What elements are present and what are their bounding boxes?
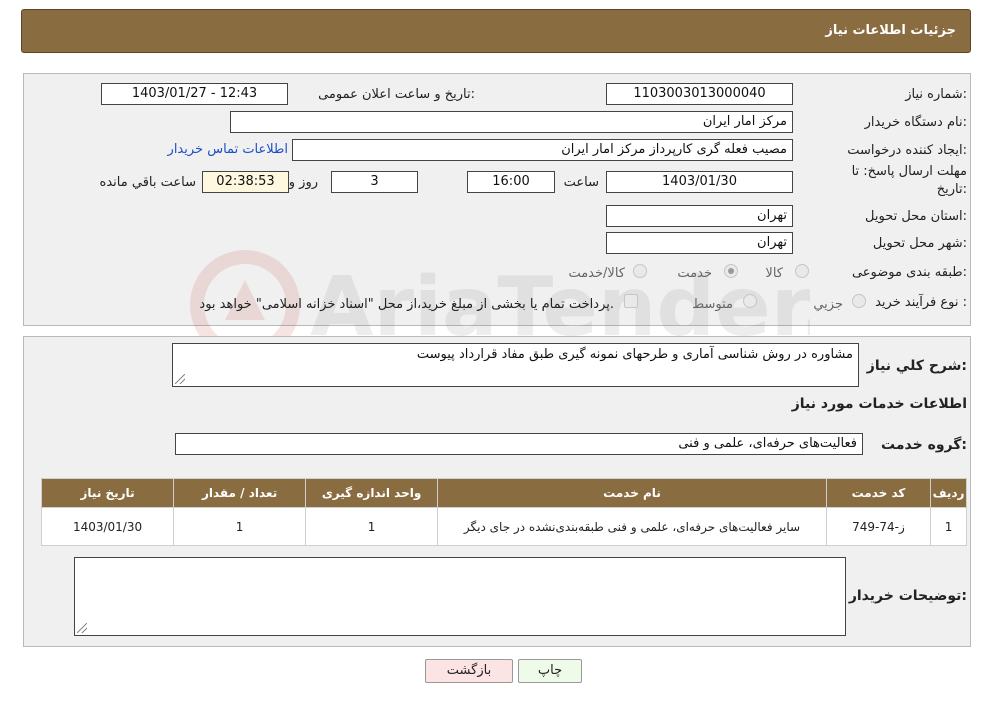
print-button[interactable]: چاپ — [518, 659, 582, 683]
city-label: شهر محل تحویل: — [872, 236, 967, 251]
cell-row-number: 1 — [930, 507, 967, 546]
col-code-header: کد خدمت — [825, 478, 932, 508]
category-both-label: کالا/خدمت — [568, 266, 625, 281]
remaining-time-field: 02:38:53 — [202, 171, 289, 193]
remaining-time-label: ساعت باقي مانده — [99, 175, 196, 190]
category-service-radio[interactable] — [724, 264, 738, 278]
col-service-name-header: نام خدمت — [437, 478, 827, 508]
services-table: ردیف کد خدمت نام خدمت واحد اندازه گیری ت… — [40, 478, 967, 546]
summary-textarea[interactable]: مشاوره در روش شناسی آماری و طرحهای نمونه… — [172, 343, 859, 387]
buyer-contact-link[interactable]: اطلاعات تماس خریدار — [168, 142, 288, 157]
service-group-field: فعالیت‌های حرفه‌ای، علمی و فنی — [175, 433, 863, 455]
col-row-header: ردیف — [930, 478, 967, 508]
buyer-notes-resize-handle[interactable] — [77, 623, 87, 633]
buyer-org-label: نام دستگاه خریدار: — [864, 115, 967, 130]
cell-service-code: ز-74-749 — [825, 507, 932, 546]
deadline-label: مهلت ارسال پاسخ: تا — [851, 164, 967, 179]
requester-field: مصیب فعله گری کارپرداز مرکز امار ایران — [292, 139, 793, 161]
category-goods-label: کالا — [765, 266, 783, 281]
deadline-time-field: 16:00 — [467, 171, 555, 193]
col-quantity-header: تعداد / مقدار — [173, 478, 307, 508]
page-title: جزئیات اطلاعات نیاز — [825, 23, 956, 38]
category-service-label: خدمت — [677, 266, 712, 281]
need-number-label: شماره نیاز: — [905, 87, 967, 102]
province-label: استان محل تحویل: — [865, 209, 967, 224]
process-minor-radio[interactable] — [852, 294, 866, 308]
province-field: تهران — [606, 205, 793, 227]
services-section-title: اطلاعات خدمات مورد نیاز — [791, 396, 967, 412]
city-field: تهران — [606, 232, 793, 254]
col-unit-header: واحد اندازه گیری — [305, 478, 439, 508]
buyer-notes-label: توضیحات خریدار: — [848, 588, 967, 604]
process-medium-radio[interactable] — [743, 294, 757, 308]
category-label: طبقه بندی موضوعی: — [851, 265, 967, 280]
deadline-date-label: تاریخ: — [936, 182, 967, 197]
cell-quantity: 1 — [173, 507, 307, 546]
summary-resize-handle[interactable] — [175, 374, 185, 384]
cell-need-date: 1403/01/30 — [40, 507, 175, 546]
process-medium-label: متوسط — [692, 297, 733, 312]
table-row: 1 ز-74-749 سایر فعالیت‌های حرفه‌ای، علمی… — [40, 507, 967, 546]
service-group-label: گروه خدمت: — [881, 437, 967, 453]
announce-datetime-label: تاریخ و ساعت اعلان عمومی: — [318, 87, 475, 102]
summary-label: شرح کلي نياز: — [866, 358, 967, 374]
deadline-date-field: 1403/01/30 — [606, 171, 793, 193]
announce-datetime-field: 1403/01/27 - 12:43 — [101, 83, 288, 105]
treasury-payment-note: پرداخت تمام یا بخشی از مبلغ خرید،از محل … — [199, 297, 614, 312]
category-goods-radio[interactable] — [795, 264, 809, 278]
process-type-label: نوع فرآیند خرید : — [875, 295, 967, 310]
remaining-days-label: روز و — [288, 175, 318, 190]
category-both-radio[interactable] — [633, 264, 647, 278]
treasury-payment-checkbox[interactable] — [624, 294, 638, 308]
page-header: جزئیات اطلاعات نیاز — [21, 9, 971, 53]
need-number-field: 1103003013000040 — [606, 83, 793, 105]
deadline-time-label: ساعت — [563, 175, 599, 190]
buyer-notes-textarea[interactable] — [74, 557, 846, 636]
requester-label: ایجاد کننده درخواست: — [847, 143, 967, 158]
cell-service-name: سایر فعالیت‌های حرفه‌ای، علمی و فنی طبقه… — [437, 507, 827, 546]
back-button[interactable]: بازگشت — [425, 659, 513, 683]
remaining-days-field: 3 — [331, 171, 418, 193]
col-need-date-header: تاریخ نیاز — [40, 478, 175, 508]
services-table-header-row: ردیف کد خدمت نام خدمت واحد اندازه گیری ت… — [40, 478, 967, 508]
buyer-org-field: مرکز امار ایران — [230, 111, 793, 133]
process-minor-label: جزیي — [813, 297, 843, 312]
cell-unit: 1 — [305, 507, 439, 546]
